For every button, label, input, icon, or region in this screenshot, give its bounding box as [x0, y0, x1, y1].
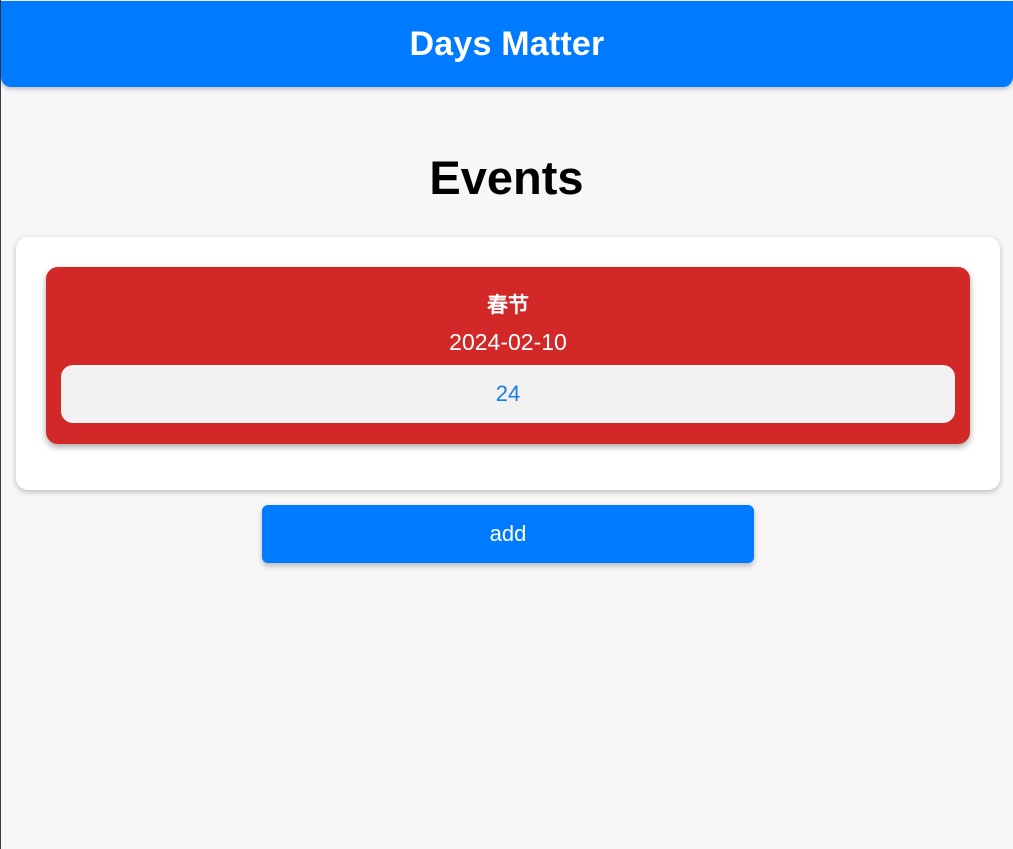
page-title: Events: [429, 151, 584, 204]
events-panel: 春节 2024-02-10 24: [16, 237, 1000, 490]
window-edge: [0, 0, 1, 849]
add-button[interactable]: add: [262, 505, 754, 563]
event-card[interactable]: 春节 2024-02-10 24: [46, 267, 970, 444]
app-header: Days Matter: [1, 1, 1013, 87]
days-count: 24: [61, 365, 955, 423]
event-name: 春节: [487, 294, 529, 317]
event-date: 2024-02-10: [449, 329, 567, 355]
app-title: Days Matter: [409, 24, 605, 63]
